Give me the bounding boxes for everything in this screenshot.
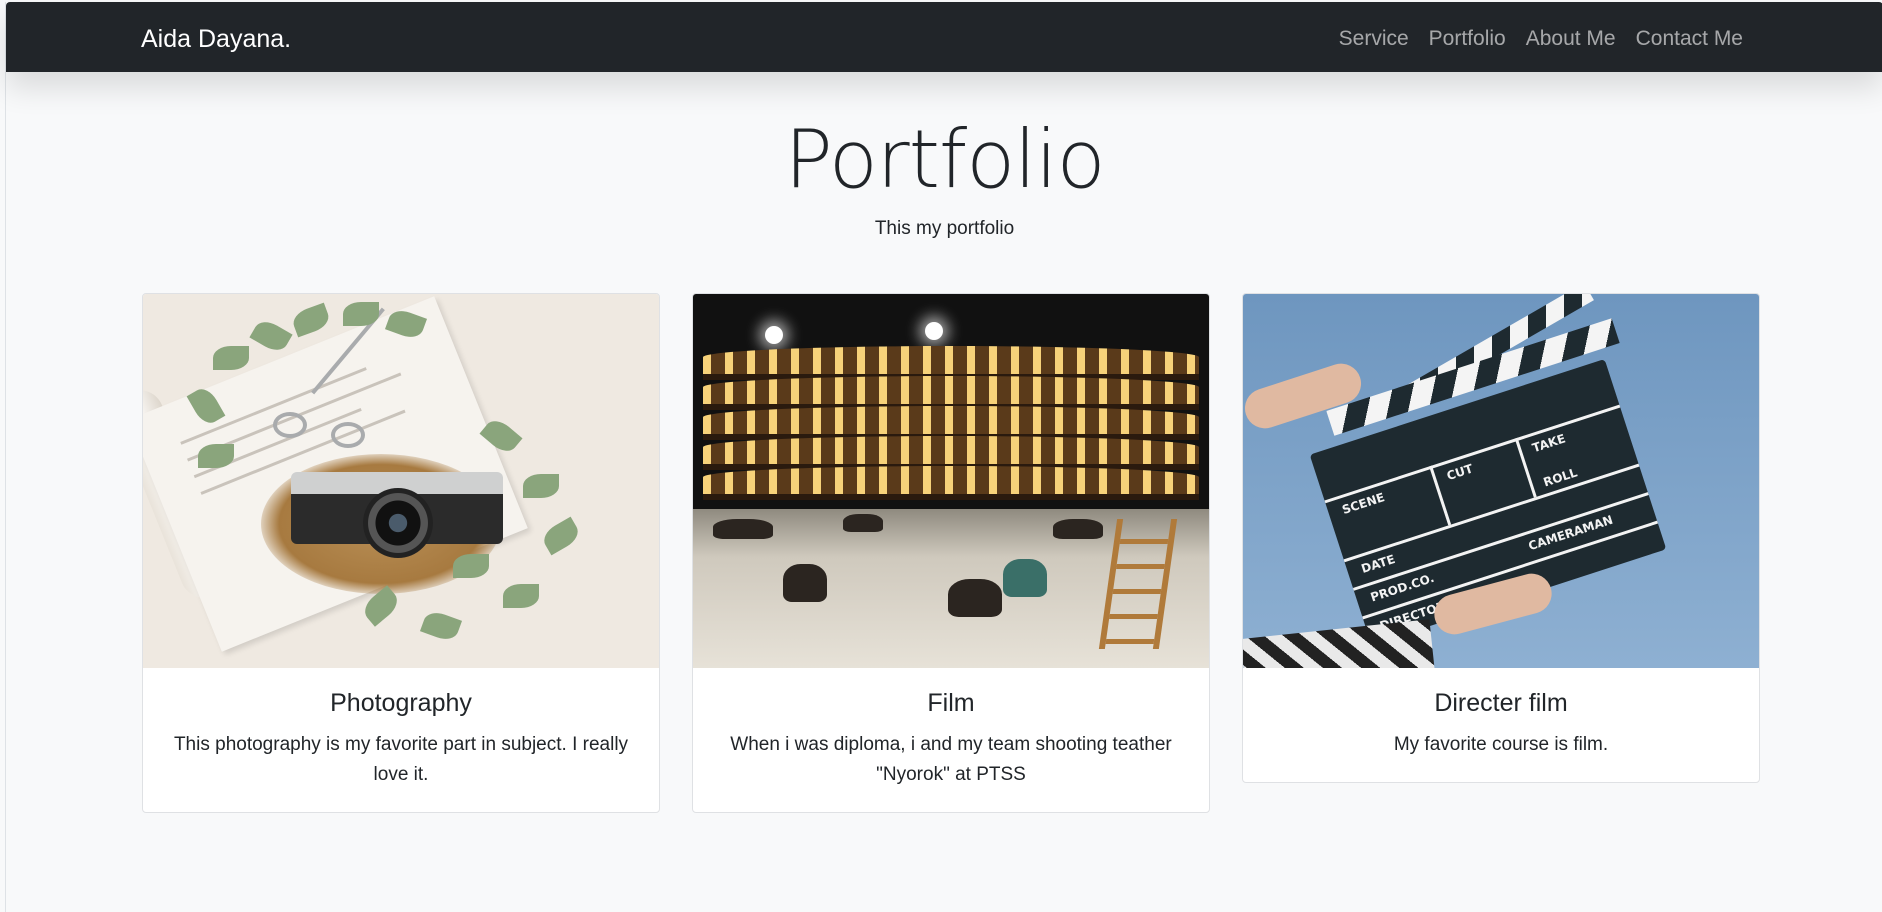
- person: [948, 579, 1002, 617]
- theater-balcony: [703, 346, 1199, 374]
- brand-link[interactable]: Aida Dayana.: [141, 24, 291, 54]
- clapper-take-label: TAKE: [1530, 431, 1568, 456]
- leaf: [289, 302, 333, 338]
- leaf: [249, 316, 293, 356]
- nav-link-portfolio[interactable]: Portfolio: [1419, 26, 1516, 52]
- card-body: Directer film My favorite course is film…: [1243, 668, 1759, 782]
- card-title: Film: [927, 689, 975, 717]
- scissor-ring: [331, 422, 365, 448]
- leaf: [539, 516, 583, 556]
- person: [843, 514, 883, 532]
- clapper-cut-label: CUT: [1444, 461, 1475, 484]
- person: [1053, 519, 1103, 539]
- photography-image: [143, 294, 659, 668]
- leaf: [343, 302, 379, 326]
- portfolio-card-film: Film When i was diploma, i and my team s…: [692, 293, 1210, 813]
- theater-balcony: [703, 406, 1199, 434]
- person: [783, 564, 827, 602]
- page-lead: This my portfolio: [874, 218, 1015, 239]
- leaf: [213, 346, 249, 370]
- card-text: When i was diploma, i and my team shooti…: [730, 734, 1172, 785]
- film-image: [693, 294, 1209, 668]
- nav-link-service[interactable]: Service: [1329, 26, 1419, 52]
- card-title: Photography: [330, 689, 472, 717]
- portfolio-card-directer-film: SCENE CUT TAKE ROLL DATE PROD.CO. CAMERA…: [1242, 293, 1760, 783]
- nav-links: Service Portfolio About Me Contact Me: [1329, 26, 1753, 52]
- theater-balcony: [703, 376, 1199, 404]
- portfolio-card-photography: Photography This photography is my favor…: [142, 293, 660, 813]
- card-body: Photography This photography is my favor…: [143, 668, 659, 812]
- nav-link-contact-me[interactable]: Contact Me: [1626, 26, 1753, 52]
- page: Aida Dayana. Service Portfolio About Me …: [5, 2, 1882, 912]
- leaf: [419, 608, 463, 644]
- sleeve: [1243, 619, 1436, 668]
- theater-balcony: [703, 436, 1199, 464]
- camera-lens: [363, 488, 433, 558]
- card-body: Film When i was diploma, i and my team s…: [693, 668, 1209, 812]
- card-title: Directer film: [1434, 689, 1568, 717]
- leaf: [453, 554, 489, 578]
- navbar: Aida Dayana. Service Portfolio About Me …: [6, 2, 1882, 72]
- leaf: [198, 444, 234, 468]
- theater-balcony: [703, 466, 1199, 494]
- person: [1003, 559, 1047, 597]
- card-text: My favorite course is film.: [1393, 734, 1609, 755]
- card-text: This photography is my favorite part in …: [173, 734, 629, 785]
- stage-light: [765, 326, 783, 344]
- clapper-prod-label: PROD.CO.: [1368, 570, 1436, 605]
- nav-link-about-me[interactable]: About Me: [1516, 26, 1626, 52]
- person: [713, 519, 773, 539]
- stage-light: [925, 322, 943, 340]
- leaf: [523, 474, 559, 498]
- leaf: [503, 584, 539, 608]
- clapperboard-image: SCENE CUT TAKE ROLL DATE PROD.CO. CAMERA…: [1243, 294, 1759, 668]
- scissor-ring: [273, 412, 307, 438]
- page-title: Portfolio: [784, 113, 1105, 206]
